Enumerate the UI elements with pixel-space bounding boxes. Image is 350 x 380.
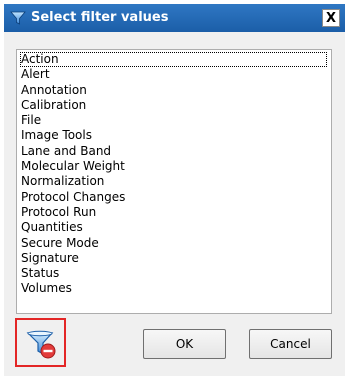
list-item[interactable]: File [21, 113, 331, 128]
list-item[interactable]: Calibration [21, 98, 331, 113]
list-item[interactable]: Normalization [21, 174, 331, 189]
cancel-button[interactable]: Cancel [249, 329, 332, 359]
clear-filter-icon [26, 330, 56, 359]
title-bar[interactable]: Select filter values X [4, 4, 345, 32]
clear-filter-button[interactable] [15, 318, 66, 367]
close-button[interactable]: X [322, 9, 340, 27]
list-item[interactable]: Volumes [21, 281, 331, 296]
list-item[interactable]: Status [21, 266, 331, 281]
filter-values-items: Action Alert Annotation Calibration File Imag… [17, 50, 331, 297]
list-item[interactable]: Quantities [21, 220, 331, 235]
dialog-title: Select filter values [31, 10, 169, 25]
ok-button[interactable]: OK [143, 329, 226, 359]
close-icon: X [325, 10, 337, 26]
list-item[interactable]: Molecular Weight [21, 159, 331, 174]
list-item[interactable]: Protocol Changes [21, 190, 331, 205]
select-filter-dialog: Select filter values X Action Alert Annota… [4, 4, 345, 376]
list-item[interactable]: Protocol Run [21, 205, 331, 220]
filter-values-list[interactable]: Action Alert Annotation Calibration File Imag… [16, 49, 332, 314]
list-item[interactable]: Image Tools [21, 128, 331, 143]
list-item[interactable]: Signature [21, 251, 331, 266]
list-item[interactable]: Alert [21, 67, 331, 82]
list-item[interactable]: Lane and Band [21, 144, 331, 159]
list-item[interactable]: Annotation [21, 83, 331, 98]
list-item[interactable]: Secure Mode [21, 236, 331, 251]
list-item[interactable]: Action [20, 52, 327, 68]
funnel-icon [10, 11, 26, 25]
